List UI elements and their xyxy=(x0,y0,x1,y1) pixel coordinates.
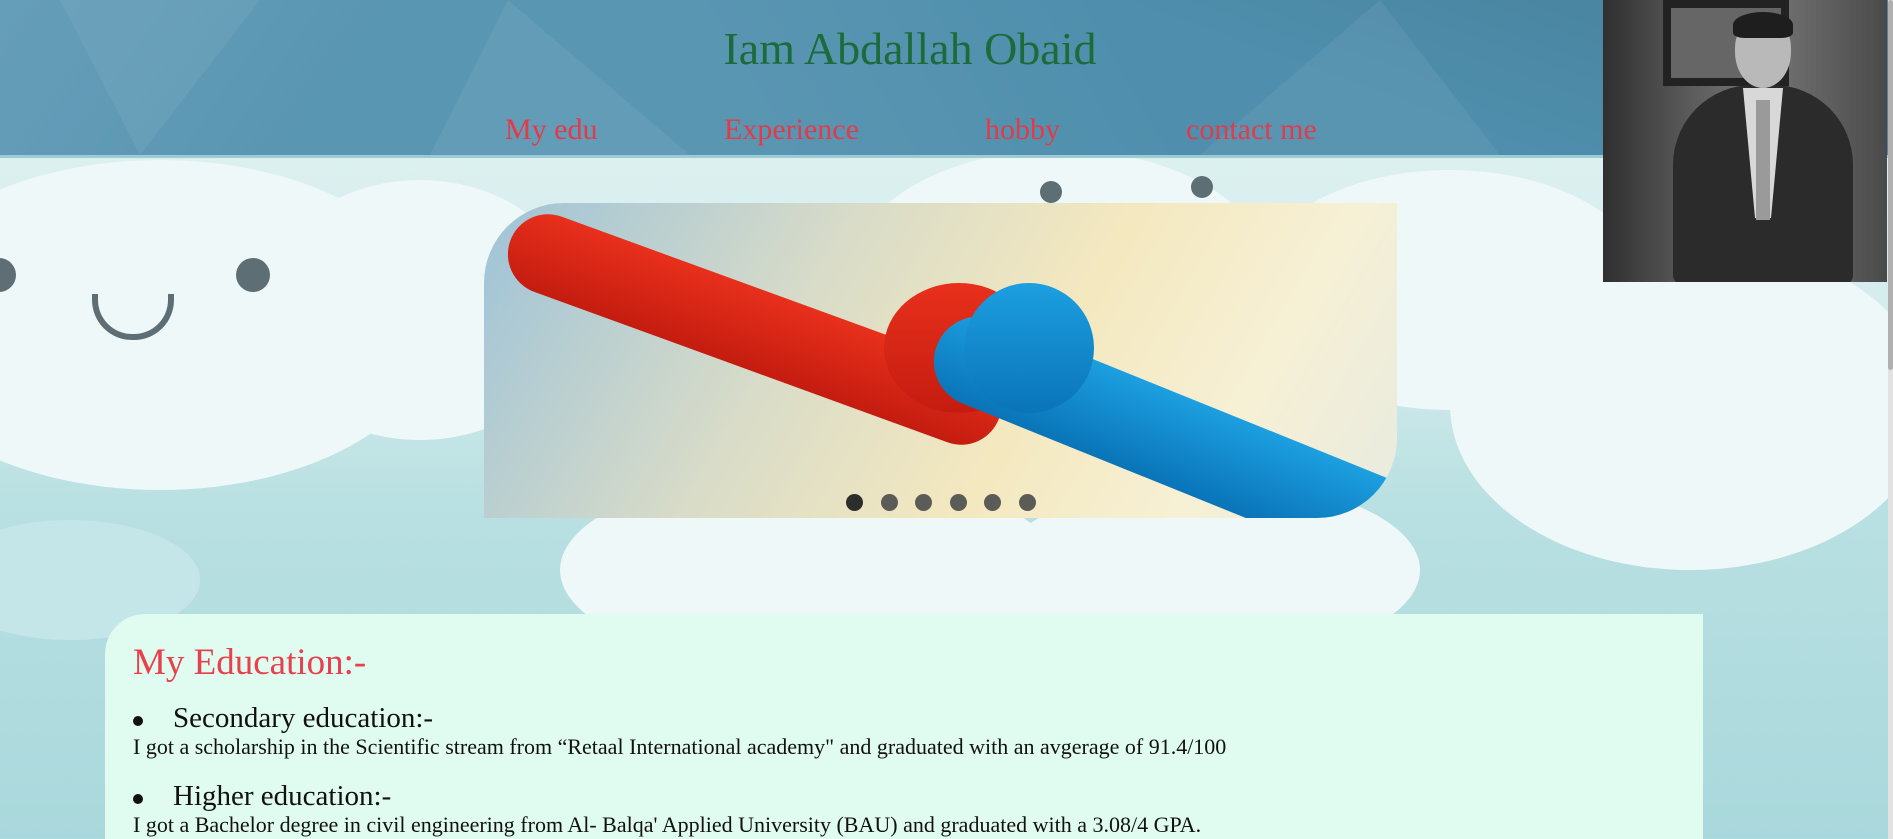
nav-experience[interactable]: Experience xyxy=(724,113,859,147)
carousel-dot[interactable] xyxy=(846,494,863,511)
carousel-dot[interactable] xyxy=(915,494,932,511)
nav-hobby[interactable]: hobby xyxy=(985,113,1060,147)
bullet-icon xyxy=(133,794,143,804)
carousel-dot[interactable] xyxy=(950,494,967,511)
education-item-text: I got a Bachelor degree in civil enginee… xyxy=(133,812,1202,837)
cloud-eye-icon xyxy=(236,258,270,292)
scrollbar-thumb[interactable] xyxy=(1888,0,1893,370)
carousel-dot[interactable] xyxy=(984,494,1001,511)
carousel-indicators xyxy=(484,494,1397,518)
education-item-text: I got a scholarship in the Scientific st… xyxy=(133,734,1227,759)
cloud-eye-icon xyxy=(1191,176,1213,198)
profile-photo xyxy=(1603,0,1887,282)
cloud-eye-icon xyxy=(1040,181,1062,203)
education-heading: My Education:- xyxy=(133,642,367,683)
education-section: My Education:- Secondary education:- I g… xyxy=(105,614,1703,839)
nav-contact-me[interactable]: contact me xyxy=(1186,113,1317,147)
education-item-title: Secondary education:- xyxy=(173,702,434,734)
nav-my-edu[interactable]: My edu xyxy=(505,113,598,147)
education-item-title: Higher education:- xyxy=(173,780,392,812)
carousel-dot[interactable] xyxy=(881,494,898,511)
bullet-icon xyxy=(133,716,143,726)
image-carousel[interactable] xyxy=(484,203,1397,518)
site-title: Iam Abdallah Obaid xyxy=(723,23,1097,74)
carousel-dot[interactable] xyxy=(1019,494,1036,511)
